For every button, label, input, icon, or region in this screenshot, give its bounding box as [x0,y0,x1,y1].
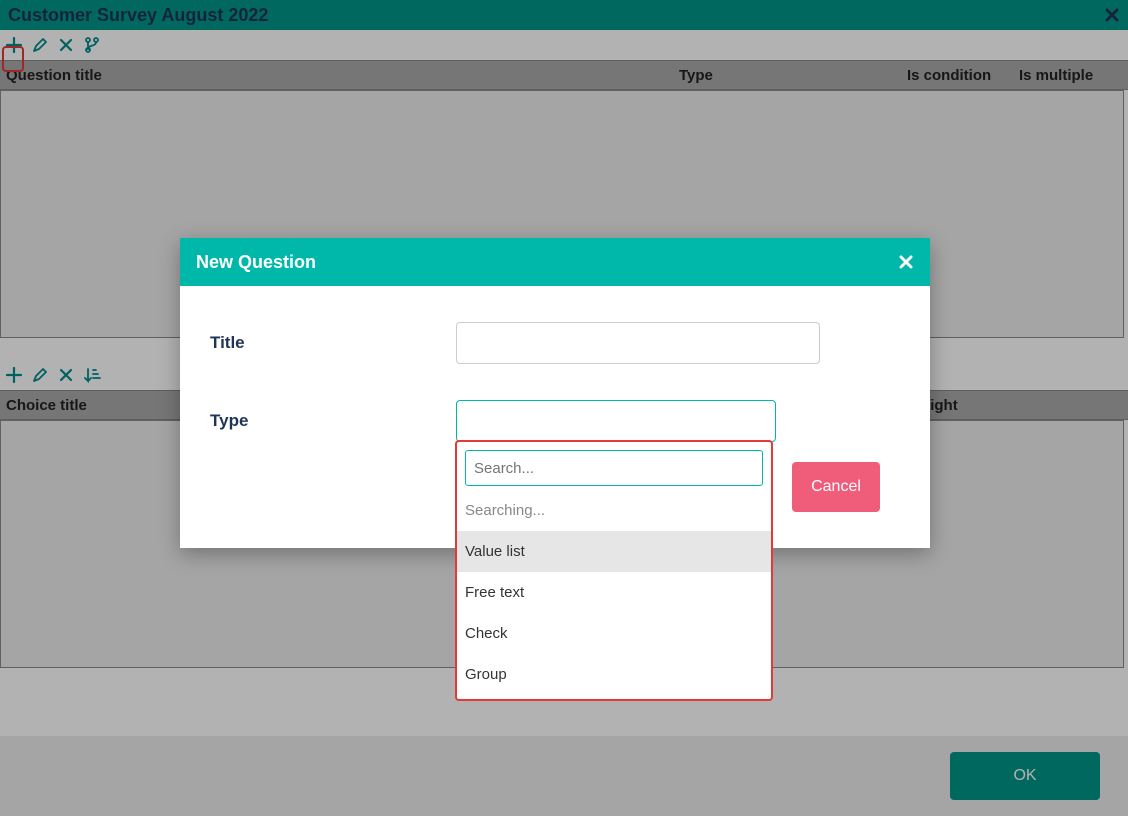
dropdown-status: Searching... [457,490,771,531]
dropdown-search-input[interactable] [465,450,763,486]
title-label: Title [210,333,456,353]
dropdown-item[interactable]: Free text [457,572,771,613]
modal-close-icon[interactable] [898,254,914,270]
modal-title: New Question [196,252,316,273]
dropdown-item[interactable]: Group [457,654,771,695]
dropdown-item[interactable]: Check [457,613,771,654]
cancel-button[interactable]: Cancel [792,462,880,512]
type-label: Type [210,411,456,431]
modal-titlebar: New Question [180,238,930,286]
type-select[interactable] [456,400,776,442]
type-dropdown: Searching... Value listFree textCheckGro… [455,440,773,701]
dropdown-item[interactable]: Value list [457,531,771,572]
title-field[interactable] [456,322,820,364]
